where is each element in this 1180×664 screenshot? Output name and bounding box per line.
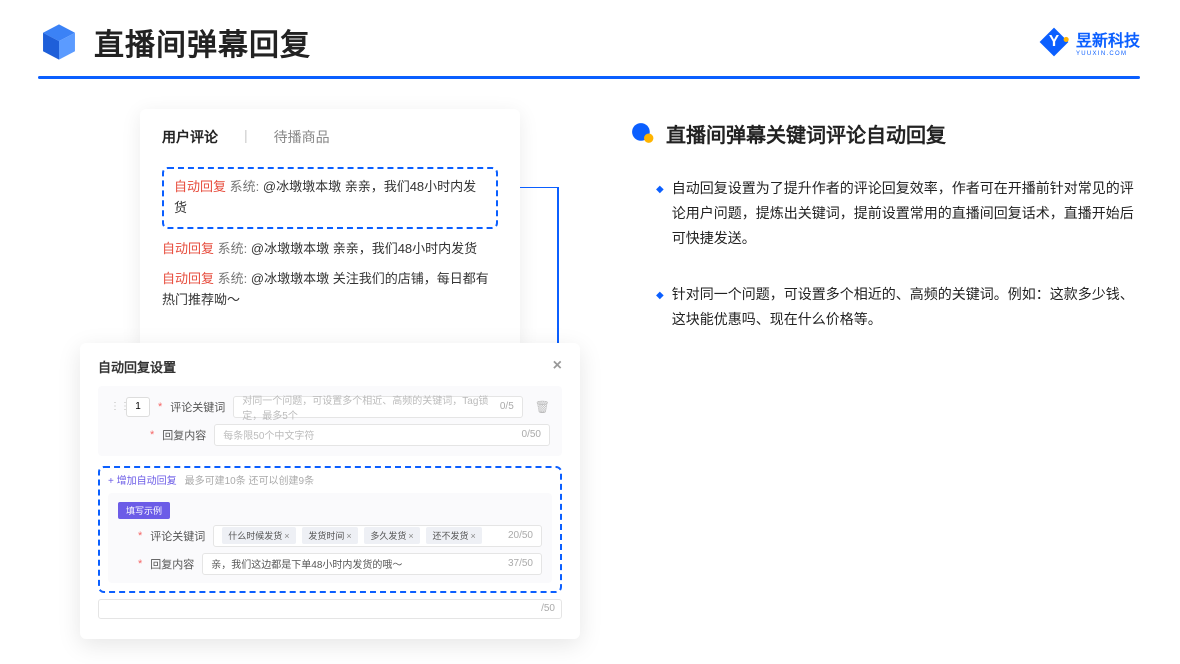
cube-icon bbox=[38, 21, 80, 63]
extra-counter: /50 bbox=[541, 603, 555, 614]
settings-title: 自动回复设置 bbox=[98, 357, 176, 376]
keyword-input[interactable]: 对同一个问题，可设置多个相近、高频的关键词，Tag锁定，最多5个 0/5 bbox=[233, 396, 522, 418]
content-row: * 回复内容 每条限50个中文字符 0/50 bbox=[110, 424, 550, 446]
bubble-icon bbox=[630, 121, 656, 147]
main-content: 用户评论 | 待播商品 自动回复 系统: @冰墩墩本墩 亲亲，我们48小时内发货… bbox=[0, 79, 1180, 639]
auto-reply-tag: 自动回复 bbox=[162, 241, 214, 256]
diamond-icon: ◆ bbox=[656, 181, 664, 252]
example-block: + 增加自动回复 最多可建10条 还可以创建9条 填写示例 * 评论关键词 什么… bbox=[98, 466, 562, 593]
delete-icon[interactable]: 🗑 bbox=[535, 400, 550, 414]
comment-row: 自动回复 系统: @冰墩墩本墩 关注我们的店铺，每日都有热门推荐呦～ bbox=[162, 269, 498, 311]
comments-tabs: 用户评论 | 待播商品 bbox=[162, 127, 498, 153]
system-label: 系统: bbox=[230, 179, 260, 194]
example-card: 填写示例 * 评论关键词 什么时候发货× 发货时间× 多久发货× 还不发货× 2… bbox=[108, 493, 552, 583]
example-badge: 填写示例 bbox=[118, 502, 170, 519]
drag-icon[interactable]: ⋮⋮ bbox=[110, 401, 118, 412]
content-counter: 0/50 bbox=[522, 429, 541, 440]
page-title: 直播间弹幕回复 bbox=[94, 20, 311, 64]
left-column: 用户评论 | 待播商品 自动回复 系统: @冰墩墩本墩 亲亲，我们48小时内发货… bbox=[40, 109, 580, 639]
ex-keyword-label: 评论关键词 bbox=[150, 528, 205, 544]
setting-card: ⋮⋮ 1 * 评论关键词 对同一个问题，可设置多个相近、高频的关键词，Tag锁定… bbox=[98, 386, 562, 456]
index-box: 1 bbox=[126, 397, 150, 417]
tab-comments[interactable]: 用户评论 bbox=[162, 127, 218, 153]
ex-content-label: 回复内容 bbox=[150, 556, 194, 572]
diamond-icon: ◆ bbox=[656, 287, 664, 332]
brand-mark-icon: Y bbox=[1038, 26, 1070, 58]
keyword-counter: 0/5 bbox=[500, 401, 514, 412]
required-star: * bbox=[138, 530, 142, 542]
right-column: 直播间弹幕关键词评论自动回复 ◆ 自动回复设置为了提升作者的评论回复效率，作者可… bbox=[630, 109, 1140, 639]
ex-content-counter: 37/50 bbox=[508, 558, 533, 569]
comments-panel: 用户评论 | 待播商品 自动回复 系统: @冰墩墩本墩 亲亲，我们48小时内发货… bbox=[140, 109, 520, 351]
right-title: 直播间弹幕关键词评论自动回复 bbox=[666, 119, 946, 148]
comment-row: 自动回复 系统: @冰墩墩本墩 亲亲，我们48小时内发货 bbox=[162, 239, 498, 260]
close-icon[interactable]: × bbox=[553, 357, 562, 375]
brand-logo: Y 昱新科技 YUUXIN.COM bbox=[1038, 26, 1140, 58]
bullet-text: 自动回复设置为了提升作者的评论回复效率，作者可在开播前针对常见的评论用户问题，提… bbox=[672, 176, 1140, 252]
tag-chip[interactable]: 发货时间× bbox=[302, 527, 357, 544]
content-placeholder: 每条限50个中文字符 bbox=[223, 427, 314, 442]
add-line: + 增加自动回复 最多可建10条 还可以创建9条 bbox=[108, 472, 552, 487]
keyword-placeholder: 对同一个问题，可设置多个相近、高频的关键词，Tag锁定，最多5个 bbox=[242, 392, 500, 422]
keyword-label: 评论关键词 bbox=[170, 399, 225, 415]
tag-chip[interactable]: 多久发货× bbox=[364, 527, 419, 544]
ex-tags: 什么时候发货× 发货时间× 多久发货× 还不发货× bbox=[222, 527, 485, 544]
comment-text: @冰墩墩本墩 亲亲，我们48小时内发货 bbox=[251, 241, 477, 256]
tag-chip[interactable]: 还不发货× bbox=[426, 527, 481, 544]
auto-reply-tag: 自动回复 bbox=[174, 179, 226, 194]
svg-text:Y: Y bbox=[1049, 33, 1059, 50]
auto-reply-tag: 自动回复 bbox=[162, 271, 214, 286]
add-hint: 最多可建10条 还可以创建9条 bbox=[185, 472, 314, 487]
content-label: 回复内容 bbox=[162, 427, 206, 443]
highlighted-comment: 自动回复 系统: @冰墩墩本墩 亲亲，我们48小时内发货 bbox=[162, 167, 498, 229]
brand-sub: YUUXIN.COM bbox=[1076, 51, 1140, 57]
required-star: * bbox=[158, 401, 162, 413]
tab-divider: | bbox=[244, 127, 248, 153]
tab-products[interactable]: 待播商品 bbox=[274, 127, 330, 153]
ex-keyword-input[interactable]: 什么时候发货× 发货时间× 多久发货× 还不发货× 20/50 bbox=[213, 525, 542, 547]
required-star: * bbox=[150, 429, 154, 441]
system-label: 系统: bbox=[218, 271, 248, 286]
right-heading: 直播间弹幕关键词评论自动回复 bbox=[630, 119, 1140, 148]
add-reply-button[interactable]: + 增加自动回复 bbox=[108, 472, 177, 487]
required-star: * bbox=[138, 558, 142, 570]
bullet-item: ◆ 针对同一个问题，可设置多个相近的、高频的关键词。例如：这款多少钱、这块能优惠… bbox=[630, 282, 1140, 332]
settings-panel: 自动回复设置 × ⋮⋮ 1 * 评论关键词 对同一个问题，可设置多个相近、高频的… bbox=[80, 343, 580, 639]
tag-chip[interactable]: 什么时候发货× bbox=[222, 527, 295, 544]
bullet-list: ◆ 自动回复设置为了提升作者的评论回复效率，作者可在开播前针对常见的评论用户问题… bbox=[630, 176, 1140, 332]
keyword-row: ⋮⋮ 1 * 评论关键词 对同一个问题，可设置多个相近、高频的关键词，Tag锁定… bbox=[110, 396, 550, 418]
example-content-row: * 回复内容 亲，我们这边都是下单48小时内发货的哦～ 37/50 bbox=[118, 553, 542, 575]
content-input[interactable]: 每条限50个中文字符 0/50 bbox=[214, 424, 550, 446]
brand-text-wrap: 昱新科技 YUUXIN.COM bbox=[1076, 27, 1140, 57]
header-left: 直播间弹幕回复 bbox=[38, 20, 311, 64]
bullet-text: 针对同一个问题，可设置多个相近的、高频的关键词。例如：这款多少钱、这块能优惠吗、… bbox=[672, 282, 1140, 332]
ex-content-input[interactable]: 亲，我们这边都是下单48小时内发货的哦～ 37/50 bbox=[202, 553, 542, 575]
ex-content-text: 亲，我们这边都是下单48小时内发货的哦～ bbox=[211, 556, 402, 571]
settings-header: 自动回复设置 × bbox=[98, 357, 562, 376]
bullet-item: ◆ 自动回复设置为了提升作者的评论回复效率，作者可在开播前针对常见的评论用户问题… bbox=[630, 176, 1140, 252]
comment-row: 自动回复 系统: @冰墩墩本墩 亲亲，我们48小时内发货 bbox=[174, 177, 486, 219]
brand-name: 昱新科技 bbox=[1076, 27, 1140, 51]
example-keyword-row: * 评论关键词 什么时候发货× 发货时间× 多久发货× 还不发货× 20/50 bbox=[118, 525, 542, 547]
ex-kw-counter: 20/50 bbox=[508, 530, 533, 541]
header: 直播间弹幕回复 Y 昱新科技 YUUXIN.COM bbox=[0, 0, 1180, 64]
system-label: 系统: bbox=[218, 241, 248, 256]
extra-input[interactable]: /50 bbox=[98, 599, 562, 619]
